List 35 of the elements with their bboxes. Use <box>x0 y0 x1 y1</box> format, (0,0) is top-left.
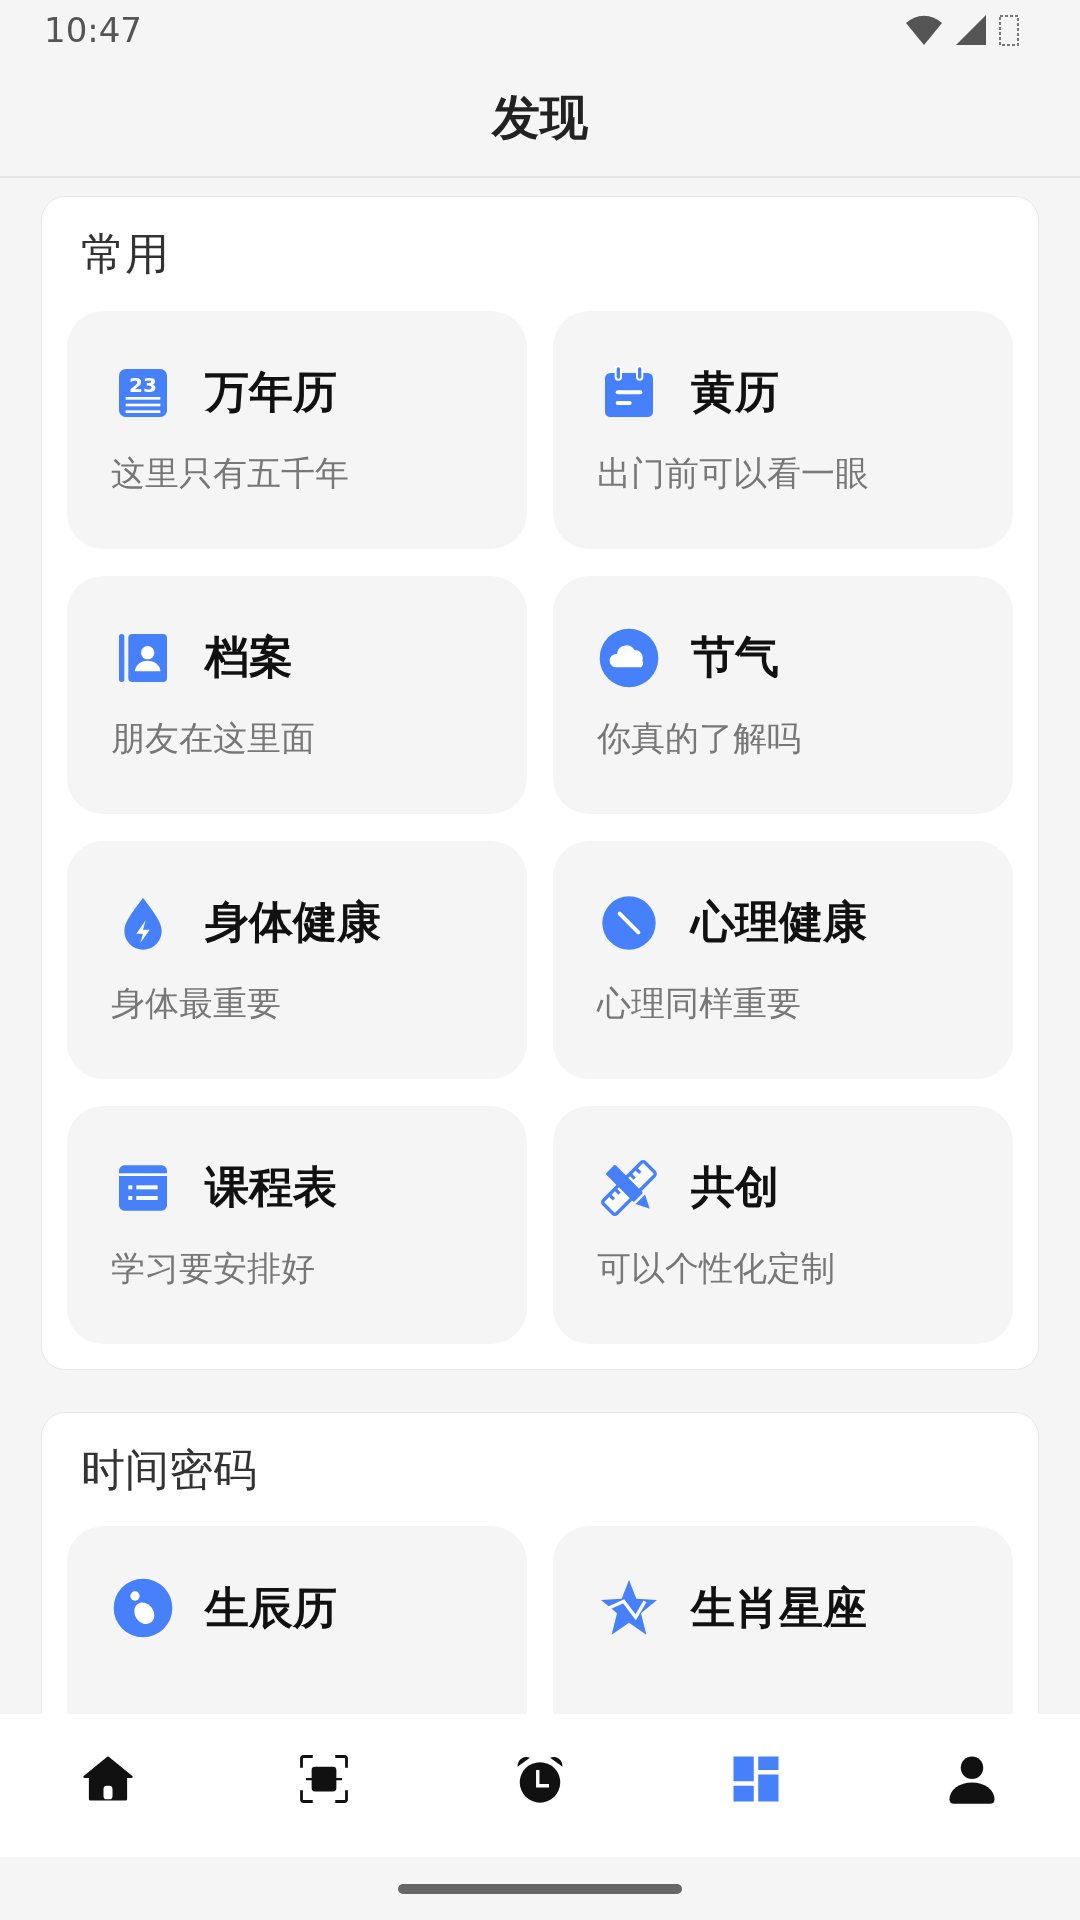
tile-subtitle: 出门前可以看一眼 <box>597 451 870 495</box>
tile-title: 节气 <box>691 630 779 685</box>
feature-tile[interactable]: 心理健康 心理同样重要 <box>553 840 1013 1079</box>
feature-tile[interactable]: 黄历 出门前可以看一眼 <box>553 310 1013 549</box>
tile-subtitle: 朋友在这里面 <box>111 716 316 760</box>
tile-title: 生肖星座 <box>691 1580 867 1635</box>
tile-title: 万年历 <box>205 365 337 420</box>
battery-icon <box>998 13 1020 47</box>
feature-tile[interactable]: 身体健康 身体最重要 <box>67 840 527 1079</box>
tile-title: 生辰历 <box>205 1580 337 1635</box>
tile-title: 身体健康 <box>205 895 381 950</box>
feature-tile[interactable]: 生辰历 <box>67 1526 527 1714</box>
feature-tile[interactable]: 共创 可以个性化定制 <box>553 1105 1013 1344</box>
tile-title: 黄历 <box>691 365 779 420</box>
tile-title: 课程表 <box>205 1160 337 1215</box>
feature-tile[interactable]: 23 万年历 这里只有五千年 <box>67 310 527 549</box>
status-time: 10:47 <box>44 10 142 50</box>
tile-subtitle: 这里只有五千年 <box>111 451 350 495</box>
section-title: 时间密码 <box>80 1442 258 1497</box>
tile-title: 档案 <box>205 630 293 685</box>
tile-subtitle: 学习要安排好 <box>111 1246 316 1290</box>
tile-title: 共创 <box>691 1160 779 1215</box>
tile-subtitle: 心理同样重要 <box>597 981 802 1025</box>
signal-icon <box>954 13 988 47</box>
section-title: 常用 <box>80 227 170 281</box>
wifi-icon <box>904 13 944 47</box>
page-title: 发现 <box>492 88 588 147</box>
feature-tile[interactable]: 档案 朋友在这里面 <box>67 575 527 814</box>
feature-tile[interactable]: 节气 你真的了解吗 <box>553 575 1013 814</box>
tile-subtitle: 可以个性化定制 <box>597 1246 836 1290</box>
tile-title: 心理健康 <box>691 895 867 950</box>
tile-subtitle: 你真的了解吗 <box>597 716 802 760</box>
feature-tile[interactable]: 生肖星座 <box>553 1526 1013 1714</box>
feature-tile[interactable]: 课程表 学习要安排好 <box>67 1105 527 1344</box>
tile-subtitle: 身体最重要 <box>111 981 282 1025</box>
